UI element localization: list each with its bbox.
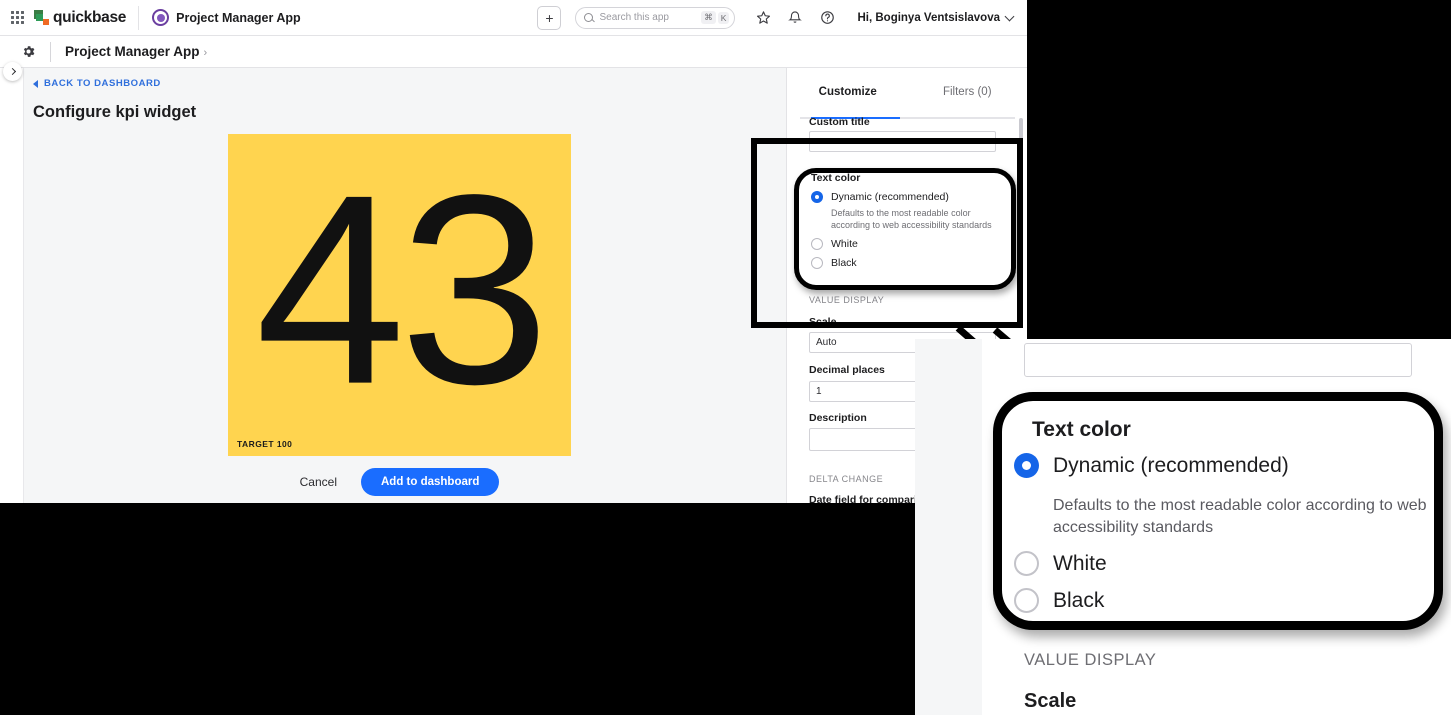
app-breadcrumb-bar: Project Manager App › [0,36,1027,68]
magnified-radio-dynamic[interactable]: Dynamic (recommended) [1014,453,1289,478]
magnified-callout-panel: Text color Dynamic (recommended) Default… [915,339,1451,715]
magnified-radio-black-icon [1014,588,1039,613]
back-to-dashboard-label: BACK TO DASHBOARD [44,78,161,89]
magnified-text-color-help: Defaults to the most readable color acco… [1053,497,1427,537]
magnified-radio-dynamic-label: Dynamic (recommended) [1053,453,1289,477]
breadcrumb-chevron-icon: › [203,46,208,59]
description-label: Description [809,412,867,424]
left-rail [0,62,24,503]
global-header: quickbase Project Manager App + Search t… [0,0,1027,36]
app-chip[interactable]: Project Manager App [139,9,301,26]
magnified-radio-dynamic-icon [1014,453,1039,478]
chevron-down-icon [1004,11,1015,21]
user-greeting-label: Hi, Boginya Ventsislavova [857,11,1000,24]
breadcrumb-label: Project Manager App [65,43,200,59]
search-shortcut-modifier: ⌘ [701,11,716,24]
form-actions: Cancel Add to dashboard [228,468,571,496]
magnified-custom-title-input[interactable] [1024,343,1412,377]
annotation-highlight-box [794,168,1016,290]
app-name-label: Project Manager App [176,10,301,25]
user-menu[interactable]: Hi, Boginya Ventsislavova [857,11,1015,24]
app-avatar-icon [152,9,170,26]
chevron-right-icon [8,67,16,76]
magnified-text-color-title: Text color [1032,418,1131,441]
brand-name: quickbase [53,8,127,26]
cancel-button[interactable]: Cancel [300,475,337,489]
search-icon [584,13,594,22]
magnified-page-strip [915,339,982,715]
page-title: Configure kpi widget [33,103,197,121]
magnified-radio-white-label: White [1053,551,1107,575]
tab-customize[interactable]: Customize [788,86,908,108]
gear-icon[interactable] [21,44,36,59]
kpi-target-label: TARGET 100 [237,439,293,449]
expand-sidebar-button[interactable] [3,62,22,81]
kpi-preview-tile: 43 TARGET 100 [228,134,571,456]
decimal-places-label: Decimal places [809,364,885,376]
create-button[interactable]: + [537,5,562,30]
back-to-dashboard-link[interactable]: BACK TO DASHBOARD [33,78,161,89]
magnified-radio-white[interactable]: White [1014,551,1107,576]
bell-icon[interactable] [787,10,803,26]
search-input[interactable]: Search this app ⌘ K [575,6,736,29]
magnified-text-color-card: Text color Dynamic (recommended) Default… [993,392,1443,630]
magnified-value-display-header: VALUE DISPLAY [1024,651,1157,669]
star-icon[interactable] [755,10,771,26]
breadcrumb[interactable]: Project Manager App › [65,43,207,61]
help-icon[interactable] [819,10,835,26]
appbar-divider [50,41,51,62]
quickbase-logo[interactable]: quickbase [34,9,138,27]
search-shortcut-key: K [717,11,730,24]
kpi-value: 43 [255,139,549,441]
apps-grid-icon[interactable] [0,0,34,36]
tab-filters[interactable]: Filters (0) [908,86,1028,108]
panel-tabs: Customize Filters (0) [788,86,1027,108]
magnified-radio-black-label: Black [1053,588,1105,612]
magnified-scale-label: Scale [1024,690,1077,712]
custom-title-label: Custom title [809,116,870,128]
magnified-radio-white-icon [1014,551,1039,576]
search-placeholder: Search this app [599,12,669,23]
magnified-radio-black[interactable]: Black [1014,588,1104,613]
back-arrow-icon [33,79,38,88]
add-to-dashboard-button[interactable]: Add to dashboard [360,468,500,496]
delta-change-header: DELTA CHANGE [809,474,884,484]
quickbase-mark-icon [34,10,49,25]
